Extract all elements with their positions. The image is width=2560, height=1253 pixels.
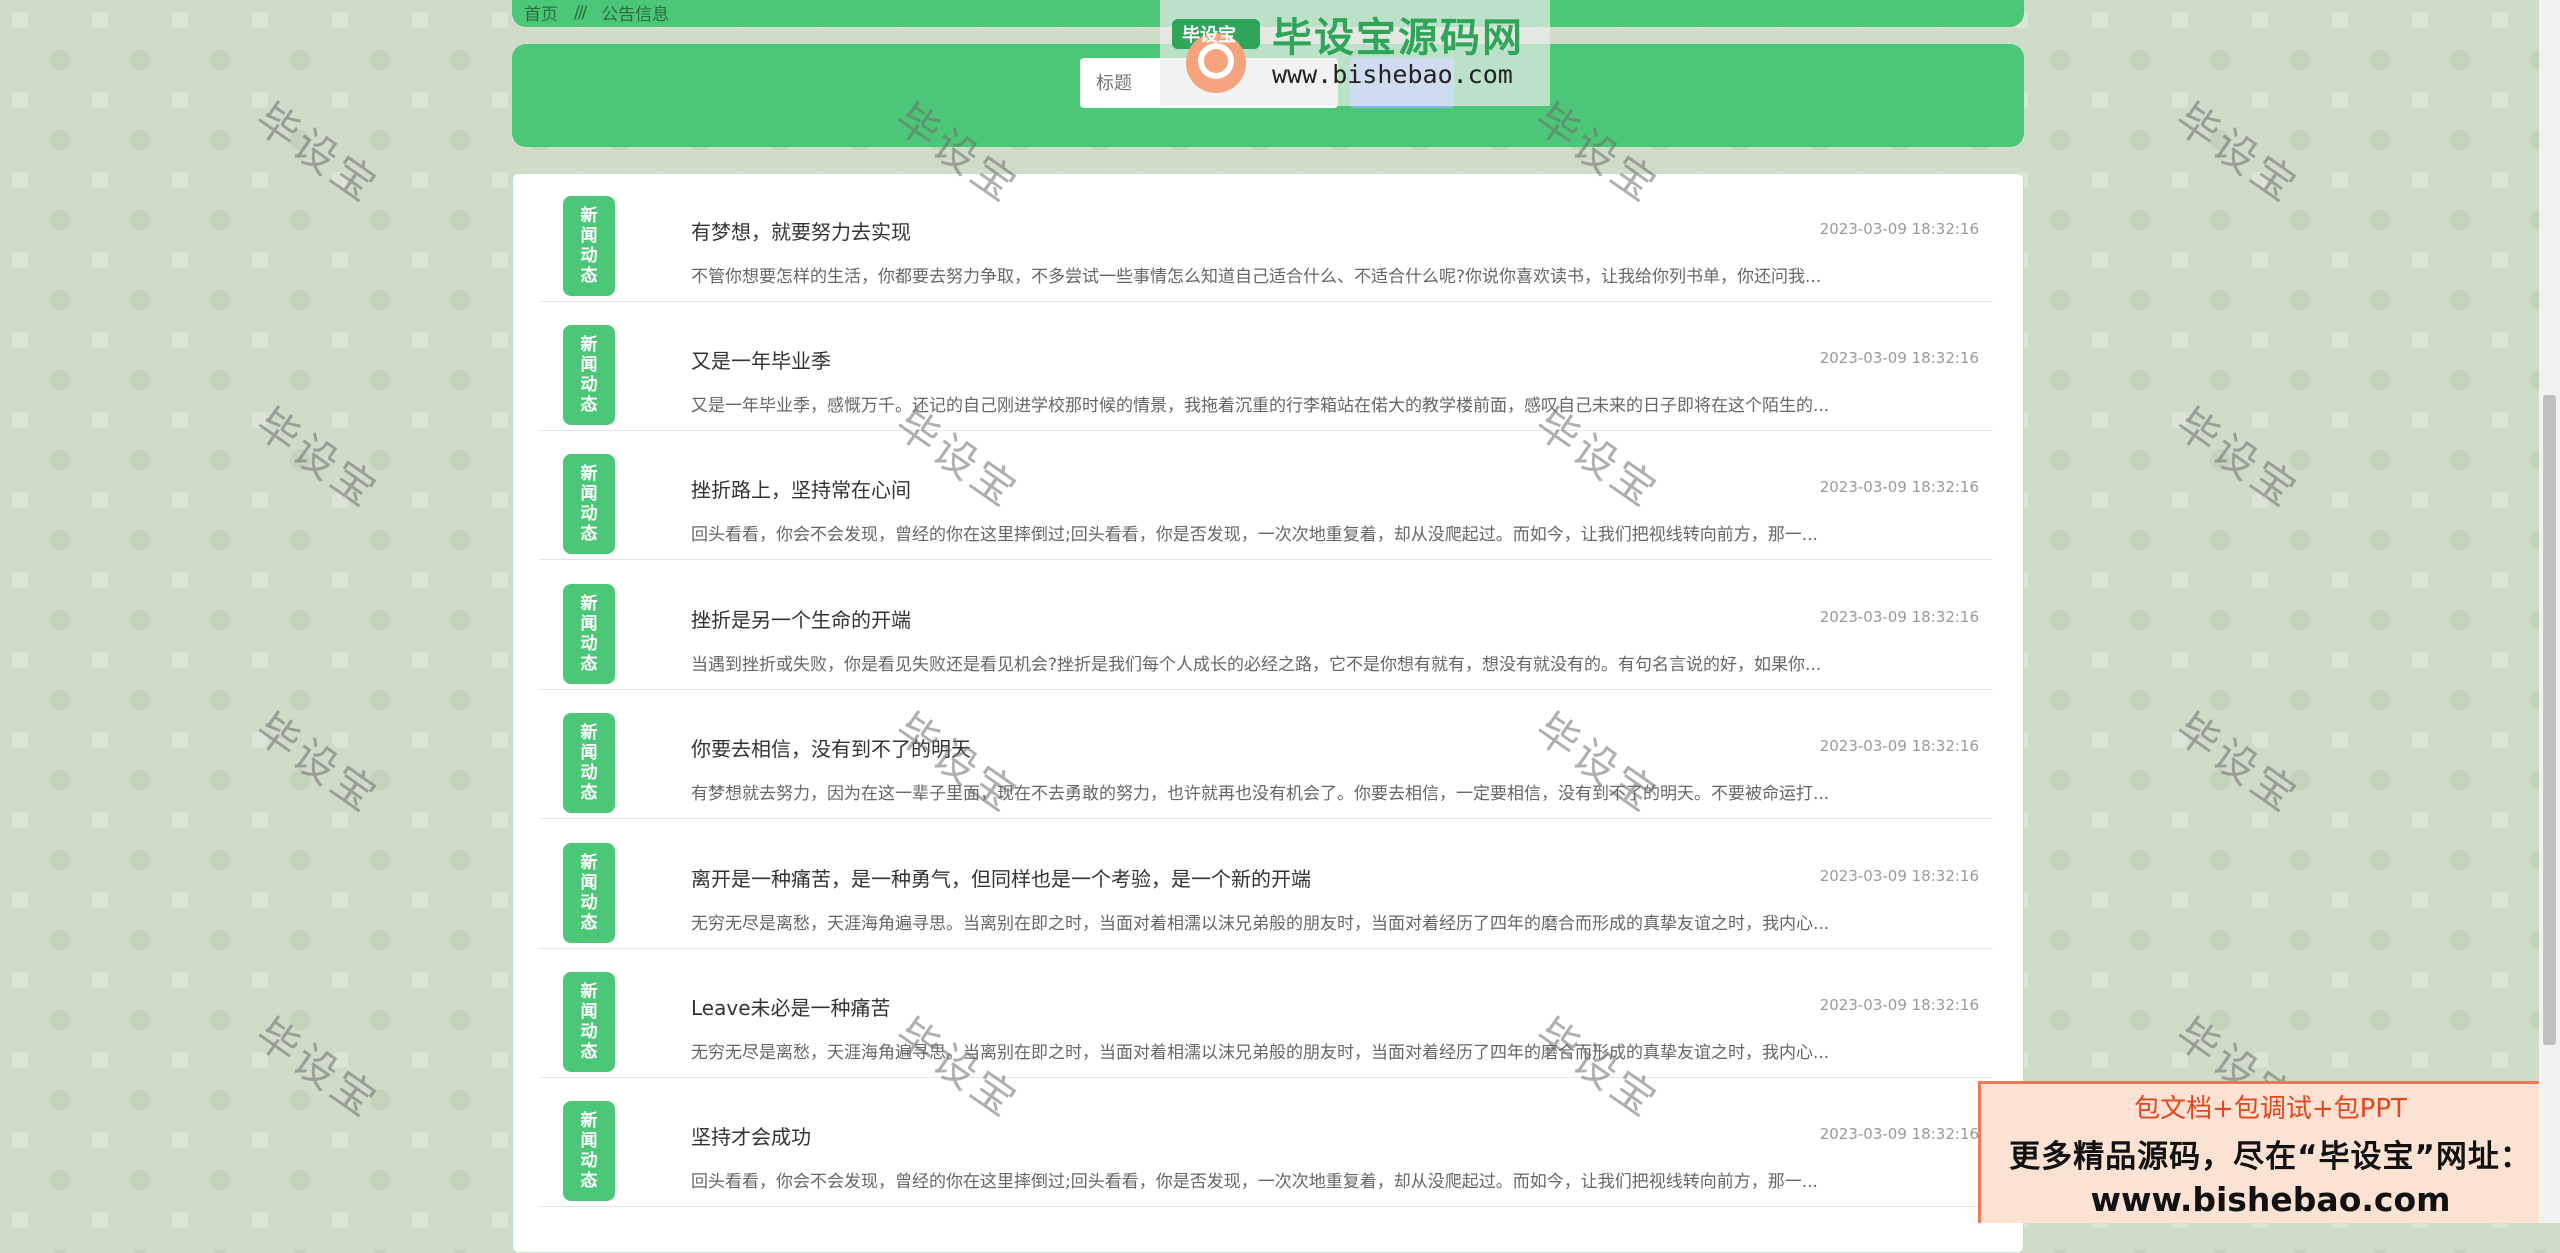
news-item[interactable]: 新闻动态 挫折是另一个生命的开端 2023-03-09 18:32:16 当遇到… [539, 562, 1993, 690]
breadcrumb-current: 公告信息 [601, 5, 670, 25]
news-item[interactable]: 新闻动态 Leave未必是一种痛苦 2023-03-09 18:32:16 无穷… [539, 950, 1993, 1078]
logo-site-name: 毕设宝源码网 [1272, 15, 1524, 61]
news-summary: 无穷无尽是离愁，天涯海角遍寻思。当离别在即之时，当面对着相濡以沫兄弟般的朋友时，… [691, 914, 1830, 934]
news-summary: 无穷无尽是离愁，天涯海角遍寻思。当离别在即之时，当面对着相濡以沫兄弟般的朋友时，… [691, 1043, 1830, 1063]
watermark: 毕设宝 [2166, 703, 2308, 823]
news-summary: 不管你想要怎样的生活，你都要去努力争取，不多尝试一些事情怎么知道自己适合什么、不… [691, 267, 1822, 287]
news-title[interactable]: 你要去相信，没有到不了的明天 [691, 733, 971, 762]
breadcrumb-separator: /// [574, 2, 587, 23]
news-date: 2023-03-09 18:32:16 [1819, 867, 1979, 885]
watermark: 毕设宝 [246, 703, 388, 823]
news-item[interactable]: 新闻动态 又是一年毕业季 2023-03-09 18:32:16 又是一年毕业季… [539, 303, 1993, 431]
promo-line2: 更多精品源码，尽在“毕设宝”网址： [2009, 1139, 2532, 1175]
news-title[interactable]: 有梦想，就要努力去实现 [691, 216, 911, 245]
news-date: 2023-03-09 18:32:16 [1819, 608, 1979, 626]
news-category-badge: 新闻动态 [563, 196, 615, 296]
news-summary: 有梦想就去努力，因为在这一辈子里面，现在不去勇敢的努力，也许就再也没有机会了。你… [691, 784, 1830, 804]
news-date: 2023-03-09 18:32:16 [1819, 737, 1979, 755]
news-title[interactable]: 坚持才会成功 [691, 1121, 811, 1150]
news-item[interactable]: 新闻动态 离开是一种痛苦，是一种勇气，但同样也是一个考验，是一个新的开端 202… [539, 821, 1993, 949]
news-summary: 又是一年毕业季，感慨万千。还记的自己刚进学校那时候的情景，我拖着沉重的行李箱站在… [691, 396, 1830, 416]
news-summary: 回头看看，你会不会发现，曾经的你在这里摔倒过;回头看看，你是否发现，一次次地重复… [691, 1172, 1818, 1192]
logo-emblem-icon: 毕设宝 [1168, 5, 1264, 101]
news-category-badge: 新闻动态 [563, 454, 615, 554]
breadcrumb: 首页 /// 公告信息 [524, 0, 670, 26]
news-date: 2023-03-09 18:32:16 [1819, 478, 1979, 496]
watermark: 毕设宝 [246, 1008, 388, 1128]
news-item[interactable]: 新闻动态 有梦想，就要努力去实现 2023-03-09 18:32:16 不管你… [539, 174, 1993, 302]
news-title[interactable]: 挫折路上，坚持常在心间 [691, 474, 911, 503]
breadcrumb-home[interactable]: 首页 [524, 0, 558, 25]
promo-banner[interactable]: 包文档+包调试+包PPT 更多精品源码，尽在“毕设宝”网址： www.bishe… [1978, 1081, 2560, 1223]
news-category-badge: 新闻动态 [563, 713, 615, 813]
news-date: 2023-03-09 18:32:16 [1819, 996, 1979, 1014]
news-title[interactable]: Leave未必是一种痛苦 [691, 992, 891, 1021]
watermark: 毕设宝 [2166, 398, 2308, 518]
site-logo: 毕设宝 毕设宝源码网 www.bishebao.com [1160, 0, 1550, 106]
news-summary: 当遇到挫折或失败，你是看见失败还是看见机会?挫折是我们每个人成长的必经之路，它不… [691, 655, 1822, 675]
news-category-badge: 新闻动态 [563, 1101, 615, 1201]
watermark: 毕设宝 [246, 93, 388, 213]
news-item[interactable]: 新闻动态 挫折路上，坚持常在心间 2023-03-09 18:32:16 回头看… [539, 432, 1993, 560]
watermark: 毕设宝 [2166, 93, 2308, 213]
news-list: 新闻动态 有梦想，就要努力去实现 2023-03-09 18:32:16 不管你… [512, 173, 2024, 1253]
watermark: 毕设宝 [246, 398, 388, 518]
news-date: 2023-03-09 18:32:16 [1819, 349, 1979, 367]
news-item[interactable]: 新闻动态 坚持才会成功 2023-03-09 18:32:16 回头看看，你会不… [539, 1079, 1993, 1207]
logo-url: www.bishebao.com [1272, 60, 1513, 89]
news-category-badge: 新闻动态 [563, 843, 615, 943]
news-date: 2023-03-09 18:32:16 [1819, 1125, 1979, 1143]
promo-line1: 包文档+包调试+包PPT [2134, 1094, 2407, 1124]
news-item[interactable]: 新闻动态 你要去相信，没有到不了的明天 2023-03-09 18:32:16 … [539, 691, 1993, 819]
news-summary: 回头看看，你会不会发现，曾经的你在这里摔倒过;回头看看，你是否发现，一次次地重复… [691, 525, 1818, 545]
scrollbar-thumb[interactable] [2543, 395, 2556, 1045]
news-category-badge: 新闻动态 [563, 584, 615, 684]
news-title[interactable]: 又是一年毕业季 [691, 345, 831, 374]
promo-url[interactable]: www.bishebao.com [1981, 1180, 2560, 1219]
news-title[interactable]: 离开是一种痛苦，是一种勇气，但同样也是一个考验，是一个新的开端 [691, 863, 1311, 892]
news-category-badge: 新闻动态 [563, 325, 615, 425]
news-title[interactable]: 挫折是另一个生命的开端 [691, 604, 911, 633]
news-date: 2023-03-09 18:32:16 [1819, 220, 1979, 238]
logo-badge-text: 毕设宝 [1182, 25, 1236, 46]
news-category-badge: 新闻动态 [563, 972, 615, 1072]
